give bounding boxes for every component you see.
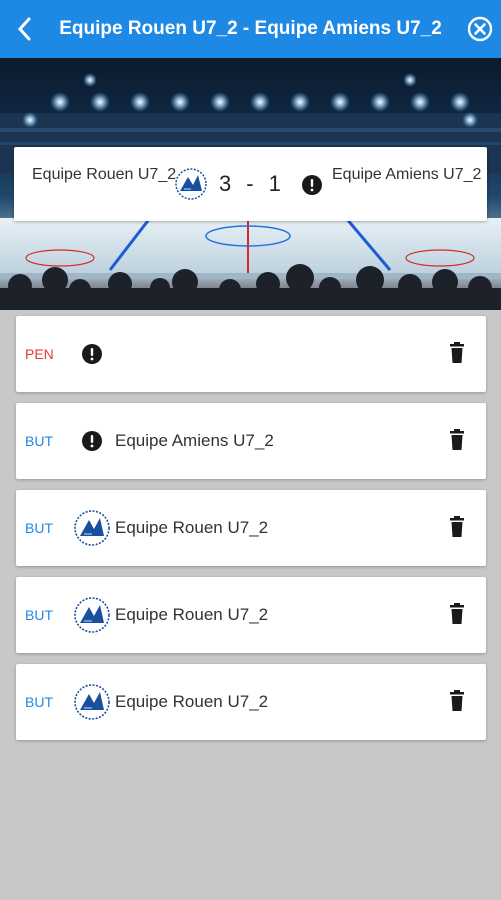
list-item[interactable]: BUT Equipe Rouen U7_2 <box>16 664 486 740</box>
score: 3 - 1 <box>219 171 282 197</box>
team-logo-icon <box>175 168 207 200</box>
away-team-name: Equipe Amiens U7_2 <box>332 166 482 183</box>
list-item[interactable]: BUT Equipe Rouen U7_2 <box>16 490 486 566</box>
team-logo-icon <box>74 684 110 720</box>
back-button[interactable] <box>10 14 38 44</box>
close-circle-icon[interactable] <box>467 16 493 42</box>
event-type: BUT <box>25 433 53 449</box>
event-type: BUT <box>25 607 53 623</box>
trash-icon[interactable] <box>448 429 466 451</box>
event-team: Equipe Rouen U7_2 <box>115 518 269 537</box>
team-logo-icon <box>74 597 110 633</box>
trash-icon[interactable] <box>448 516 466 538</box>
list-item[interactable]: BUT Equipe Rouen U7_2 <box>16 577 486 653</box>
alert-icon <box>82 344 102 364</box>
trash-icon[interactable] <box>448 603 466 625</box>
home-team-name: Equipe Rouen U7_2 <box>32 166 177 183</box>
list-item[interactable]: PEN <box>16 316 486 392</box>
alert-icon <box>302 175 322 195</box>
score-card: Equipe Rouen U7_2 3 - 1 Equipe Amiens U7… <box>14 147 487 221</box>
event-team: Equipe Amiens U7_2 <box>115 431 274 450</box>
home-score: 3 <box>219 171 233 196</box>
trash-icon[interactable] <box>448 342 466 364</box>
page-title: Equipe Rouen U7_2 - Equipe Amiens U7_2 <box>59 18 442 39</box>
away-score: 1 <box>268 171 282 196</box>
list-item[interactable]: BUT Equipe Amiens U7_2 <box>16 403 486 479</box>
event-type: PEN <box>25 346 54 362</box>
event-type: BUT <box>25 694 53 710</box>
event-team: Equipe Rouen U7_2 <box>115 605 269 624</box>
trash-icon[interactable] <box>448 690 466 712</box>
event-type: BUT <box>25 520 53 536</box>
chevron-left-icon <box>17 17 31 41</box>
team-logo-icon <box>74 510 110 546</box>
event-team: Equipe Rouen U7_2 <box>115 692 269 711</box>
app-bar: Equipe Rouen U7_2 - Equipe Amiens U7_2 <box>0 0 501 58</box>
score-separator: - <box>246 171 255 196</box>
alert-icon <box>82 431 102 451</box>
